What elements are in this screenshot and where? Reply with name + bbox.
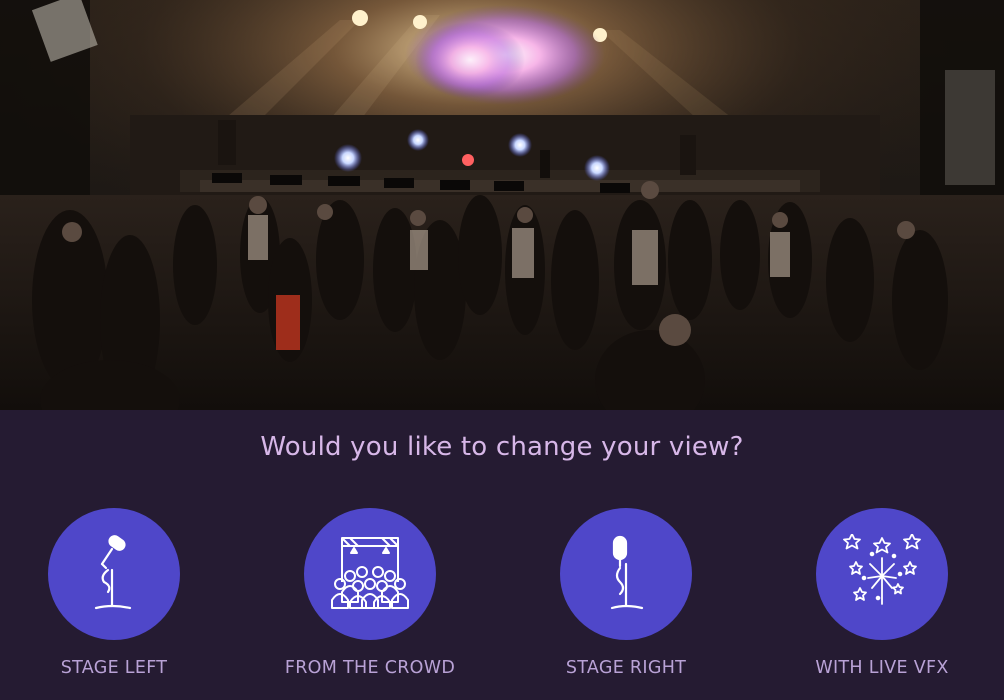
with-live-vfx-button[interactable] xyxy=(816,508,948,640)
stage-right-label: STAGE RIGHT xyxy=(565,658,687,678)
view-option-with-live-vfx[interactable]: WITH LIVE VFX xyxy=(782,508,982,688)
view-option-stage-right[interactable]: STAGE RIGHT xyxy=(526,508,726,688)
with-live-vfx-label: WITH LIVE VFX xyxy=(815,658,949,678)
stage-left-label: STAGE LEFT xyxy=(60,658,168,678)
concert-video[interactable] xyxy=(0,0,1004,410)
stage-right-button[interactable] xyxy=(560,508,692,640)
view-option-from-the-crowd[interactable]: FROM THE CROWD xyxy=(270,508,470,688)
view-selection-panel: Would you like to change your view? STAG… xyxy=(0,410,1004,700)
fireworks-icon xyxy=(843,534,921,605)
stage-crowd-icon xyxy=(331,537,409,609)
stage-left-button[interactable] xyxy=(48,508,180,640)
from-the-crowd-label: FROM THE CROWD xyxy=(284,658,456,678)
view-option-stage-left[interactable]: STAGE LEFT xyxy=(14,508,214,688)
microphone-stand-icon xyxy=(610,535,644,610)
from-the-crowd-button[interactable] xyxy=(304,508,436,640)
concert-scene-image xyxy=(0,0,1004,410)
microphone-stand-icon xyxy=(94,535,132,610)
view-prompt-heading: Would you like to change your view? xyxy=(260,432,744,462)
